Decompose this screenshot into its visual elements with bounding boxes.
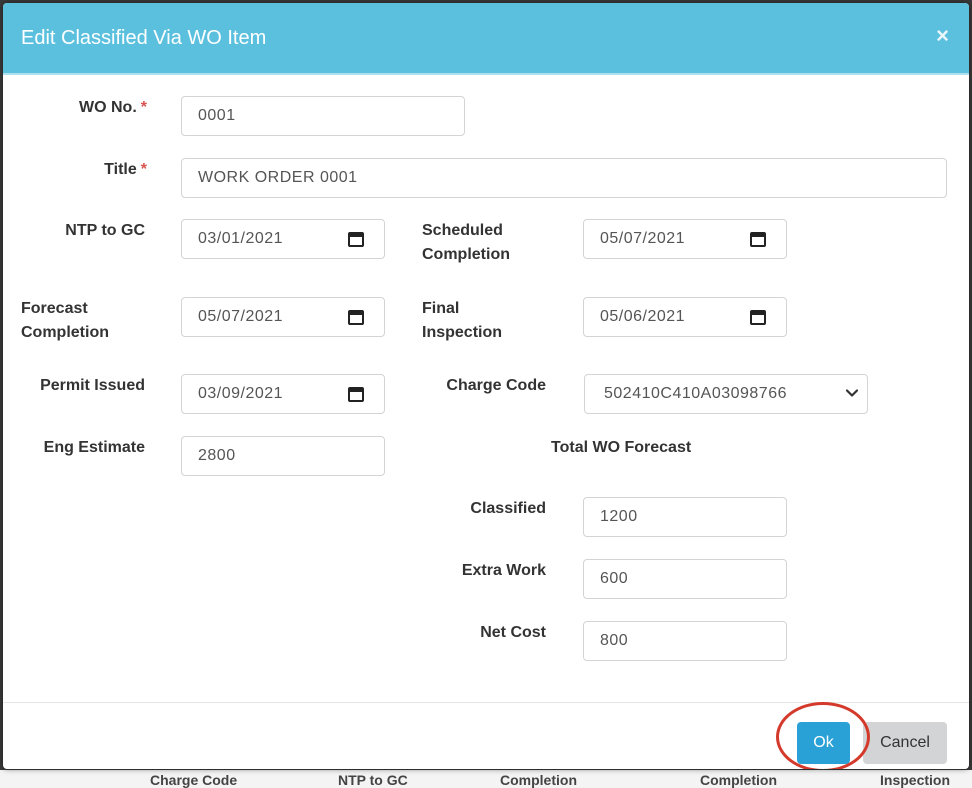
modal-title: Edit Classified Via WO Item bbox=[21, 27, 267, 49]
ok-button[interactable]: Ok bbox=[797, 722, 850, 764]
final-inspection-label: Final Inspection bbox=[422, 297, 562, 345]
footer-divider bbox=[3, 702, 969, 703]
permit-issued-label: Permit Issued bbox=[40, 377, 145, 394]
eng-estimate-input[interactable]: 2800 bbox=[181, 436, 385, 476]
chevron-down-icon bbox=[845, 389, 859, 397]
required-mark: * bbox=[140, 99, 147, 116]
bg-header-forecast-completion: Completion bbox=[700, 772, 777, 788]
bg-header-charge-code: Charge Code bbox=[150, 772, 238, 788]
forecast-completion-label: Forecast Completion bbox=[21, 297, 161, 345]
wo-no-input[interactable]: 0001 bbox=[181, 96, 465, 136]
scheduled-completion-label-line1: Scheduled bbox=[422, 222, 503, 239]
edit-classified-modal: Edit Classified Via WO Item × WO No. * 00… bbox=[3, 3, 969, 769]
ntp-to-gc-value: 03/01/2021 bbox=[198, 230, 284, 247]
cancel-button[interactable]: Cancel bbox=[863, 722, 947, 764]
title-label-text: Title bbox=[104, 161, 137, 178]
extra-work-label: Extra Work bbox=[461, 562, 546, 579]
forecast-completion-label-line2: Completion bbox=[21, 324, 109, 341]
final-inspection-date-input[interactable]: 05/06/2021 bbox=[583, 297, 787, 337]
title-input[interactable]: WORK ORDER 0001 bbox=[181, 158, 947, 198]
charge-code-select[interactable]: 502410C410A03098766 bbox=[584, 374, 868, 414]
calendar-icon[interactable] bbox=[348, 387, 364, 402]
ntp-to-gc-label: NTP to GC bbox=[65, 222, 145, 239]
eng-estimate-label: Eng Estimate bbox=[43, 439, 145, 456]
ntp-to-gc-date-input[interactable]: 03/01/2021 bbox=[181, 219, 385, 259]
permit-issued-date-input[interactable]: 03/09/2021 bbox=[181, 374, 385, 414]
total-wo-forecast-heading: Total WO Forecast bbox=[551, 439, 692, 456]
net-cost-input[interactable]: 800 bbox=[583, 621, 787, 661]
close-icon[interactable]: × bbox=[936, 23, 949, 49]
charge-code-label: Charge Code bbox=[446, 377, 546, 394]
calendar-icon[interactable] bbox=[348, 232, 364, 247]
forecast-completion-date-input[interactable]: 05/07/2021 bbox=[181, 297, 385, 337]
wo-no-label-text: WO No. bbox=[79, 99, 137, 116]
required-mark: * bbox=[140, 161, 147, 178]
calendar-icon[interactable] bbox=[750, 310, 766, 325]
classified-label: Classified bbox=[470, 500, 546, 517]
final-inspection-value: 05/06/2021 bbox=[600, 308, 686, 325]
forecast-completion-value: 05/07/2021 bbox=[198, 308, 284, 325]
calendar-icon[interactable] bbox=[750, 232, 766, 247]
modal-header: Edit Classified Via WO Item × bbox=[3, 3, 969, 75]
permit-issued-value: 03/09/2021 bbox=[198, 385, 284, 402]
wo-no-label: WO No. * bbox=[23, 96, 147, 120]
final-inspection-label-line2: Inspection bbox=[422, 324, 503, 341]
background-table-header: Charge Code NTP to GC Completion Complet… bbox=[0, 770, 972, 788]
scheduled-completion-value: 05/07/2021 bbox=[600, 230, 686, 247]
classified-input[interactable]: 1200 bbox=[583, 497, 787, 537]
scheduled-completion-label: Scheduled Completion bbox=[422, 219, 562, 267]
bg-header-scheduled-completion: Completion bbox=[500, 772, 577, 788]
extra-work-input[interactable]: 600 bbox=[583, 559, 787, 599]
scheduled-completion-label-line2: Completion bbox=[422, 246, 510, 263]
final-inspection-label-line1: Final bbox=[422, 300, 460, 317]
charge-code-value: 502410C410A03098766 bbox=[604, 385, 787, 402]
net-cost-label: Net Cost bbox=[480, 624, 546, 641]
scheduled-completion-date-input[interactable]: 05/07/2021 bbox=[583, 219, 787, 259]
calendar-icon[interactable] bbox=[348, 310, 364, 325]
bg-header-ntp: NTP to GC bbox=[338, 772, 408, 788]
forecast-completion-label-line1: Forecast bbox=[21, 300, 88, 317]
bg-header-final-inspection: Inspection bbox=[880, 772, 951, 788]
title-label: Title * bbox=[23, 158, 147, 182]
